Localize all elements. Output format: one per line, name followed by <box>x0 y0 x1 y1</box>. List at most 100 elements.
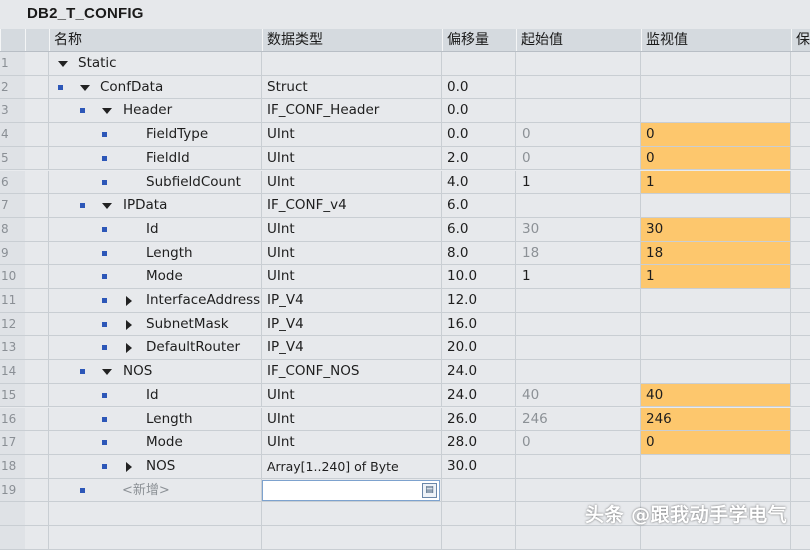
monitor-value-cell[interactable] <box>641 52 791 76</box>
offset-cell[interactable]: 6.0 <box>442 194 516 218</box>
empty-cell[interactable] <box>25 478 49 503</box>
monitor-value-cell[interactable]: 1 <box>641 170 791 195</box>
retain-cell[interactable] <box>791 123 810 147</box>
monitor-value-cell[interactable] <box>641 194 791 218</box>
table-row[interactable]: 16 UInt 26.0 246 246 Length <box>0 407 810 432</box>
offset-cell[interactable]: 24.0 <box>442 383 516 408</box>
datatype-cell[interactable]: Struct <box>262 75 442 100</box>
monitor-value-cell[interactable]: 1 <box>641 265 791 289</box>
table-row[interactable]: 6 UInt 4.0 1 1 SubfieldCount <box>0 170 810 195</box>
retain-cell[interactable] <box>791 454 810 479</box>
retain-cell[interactable] <box>791 431 810 455</box>
start-value-cell[interactable]: 18 <box>516 241 641 266</box>
offset-cell[interactable]: 16.0 <box>442 312 516 337</box>
table-row[interactable]: 7 IF_CONF_v4 6.0 IPData <box>0 194 810 218</box>
start-value-cell[interactable]: 1 <box>516 265 641 289</box>
retain-cell[interactable] <box>791 336 810 361</box>
datatype-cell[interactable]: UInt <box>262 170 442 195</box>
monitor-value-cell[interactable] <box>641 454 791 479</box>
table-row[interactable]: 18 Array[1..240] of Byte 30.0 NOS <box>0 454 810 479</box>
start-value-cell[interactable] <box>516 336 641 361</box>
monitor-value-cell[interactable] <box>641 289 791 313</box>
collapse-triangle-icon[interactable] <box>126 296 132 306</box>
header-offset[interactable]: 偏移量 <box>442 29 516 51</box>
monitor-value-cell[interactable] <box>641 336 791 361</box>
header-monitor-value[interactable]: 监视值 <box>641 29 791 51</box>
datatype-cell[interactable]: UInt <box>262 407 442 432</box>
retain-cell[interactable] <box>791 407 810 432</box>
start-value-cell[interactable] <box>516 360 641 384</box>
monitor-value-cell[interactable]: 30 <box>641 217 791 242</box>
table-row[interactable]: 13 IP_V4 20.0 DefaultRouter <box>0 336 810 361</box>
monitor-value-cell[interactable] <box>641 312 791 337</box>
table-row[interactable]: 5 UInt 2.0 0 0 FieldId <box>0 146 810 171</box>
collapse-triangle-icon[interactable] <box>126 319 132 330</box>
monitor-value-cell[interactable]: 0 <box>641 431 791 455</box>
retain-cell[interactable] <box>791 75 810 100</box>
offset-cell[interactable]: 8.0 <box>442 241 516 266</box>
table-row[interactable]: 17 UInt 28.0 0 0 Mode <box>0 431 810 455</box>
offset-cell[interactable]: 0.0 <box>442 123 516 147</box>
table-row[interactable]: 11 IP_V4 12.0 InterfaceAddress <box>0 289 810 313</box>
retain-cell[interactable] <box>791 146 810 171</box>
retain-cell[interactable] <box>791 312 810 337</box>
offset-cell[interactable]: 2.0 <box>442 146 516 171</box>
datatype-cell[interactable]: UInt <box>262 431 442 455</box>
datatype-cell[interactable]: IP_V4 <box>262 289 442 313</box>
datatype-cell[interactable]: UInt <box>262 217 442 242</box>
monitor-value-cell[interactable]: 18 <box>641 241 791 266</box>
expand-triangle-icon[interactable] <box>80 84 90 91</box>
expand-triangle-icon[interactable] <box>102 369 112 376</box>
table-row[interactable]: 14 IF_CONF_NOS 24.0 NOS <box>0 360 810 384</box>
collapse-triangle-icon[interactable] <box>126 461 132 472</box>
offset-cell[interactable]: 24.0 <box>442 360 516 384</box>
monitor-value-cell[interactable] <box>641 75 791 100</box>
datatype-cell[interactable]: Array[1..240] of Byte <box>262 454 442 479</box>
offset-cell[interactable]: 0.0 <box>442 99 516 124</box>
header-start-value[interactable]: 起始值 <box>516 29 641 51</box>
table-row[interactable]: 10 UInt 10.0 1 1 Mode <box>0 265 810 289</box>
offset-cell[interactable]: 12.0 <box>442 289 516 313</box>
datatype-cell[interactable] <box>262 52 442 76</box>
monitor-value-cell[interactable]: 0 <box>641 146 791 171</box>
datatype-cell[interactable]: IF_CONF_Header <box>262 99 442 124</box>
datatype-cell[interactable]: UInt <box>262 383 442 408</box>
table-row[interactable]: 2 Struct 0.0 ConfData <box>0 75 810 100</box>
retain-cell[interactable] <box>791 383 810 408</box>
table-row[interactable]: 1 Static <box>0 52 810 76</box>
table-row[interactable]: 8 UInt 6.0 30 30 Id <box>0 217 810 242</box>
start-value-cell[interactable] <box>516 75 641 100</box>
offset-cell[interactable]: 20.0 <box>442 336 516 361</box>
datatype-cell[interactable]: UInt <box>262 123 442 147</box>
empty-cell[interactable] <box>791 478 810 503</box>
add-new-row[interactable]: 19 <新增> ▤ <box>0 478 810 503</box>
expand-triangle-icon[interactable] <box>102 203 112 210</box>
start-value-cell[interactable] <box>516 289 641 313</box>
datatype-cell[interactable]: UInt <box>262 241 442 266</box>
retain-cell[interactable] <box>791 194 810 218</box>
offset-cell[interactable]: 10.0 <box>442 265 516 289</box>
datatype-cell[interactable]: IP_V4 <box>262 312 442 337</box>
start-value-cell[interactable]: 0 <box>516 146 641 171</box>
datatype-cell[interactable]: IF_CONF_v4 <box>262 194 442 218</box>
offset-cell[interactable]: 28.0 <box>442 431 516 455</box>
monitor-value-cell[interactable]: 0 <box>641 123 791 147</box>
datatype-input[interactable]: ▤ <box>262 479 440 501</box>
retain-cell[interactable] <box>791 217 810 242</box>
datatype-cell[interactable]: IP_V4 <box>262 336 442 361</box>
start-value-cell[interactable] <box>516 312 641 337</box>
datatype-cell[interactable]: UInt <box>262 146 442 171</box>
retain-cell[interactable] <box>791 99 810 124</box>
table-row[interactable]: 9 UInt 8.0 18 18 Length <box>0 241 810 266</box>
retain-cell[interactable] <box>791 241 810 266</box>
start-value-cell[interactable]: 1 <box>516 170 641 195</box>
table-row[interactable]: 15 UInt 24.0 40 40 Id <box>0 383 810 408</box>
empty-cell[interactable] <box>641 478 791 503</box>
offset-cell[interactable]: 6.0 <box>442 217 516 242</box>
header-datatype[interactable]: 数据类型 <box>262 29 442 51</box>
monitor-value-cell[interactable]: 40 <box>641 383 791 408</box>
start-value-cell[interactable] <box>516 52 641 76</box>
start-value-cell[interactable]: 40 <box>516 383 641 408</box>
start-value-cell[interactable]: 30 <box>516 217 641 242</box>
empty-cell[interactable] <box>442 478 516 503</box>
